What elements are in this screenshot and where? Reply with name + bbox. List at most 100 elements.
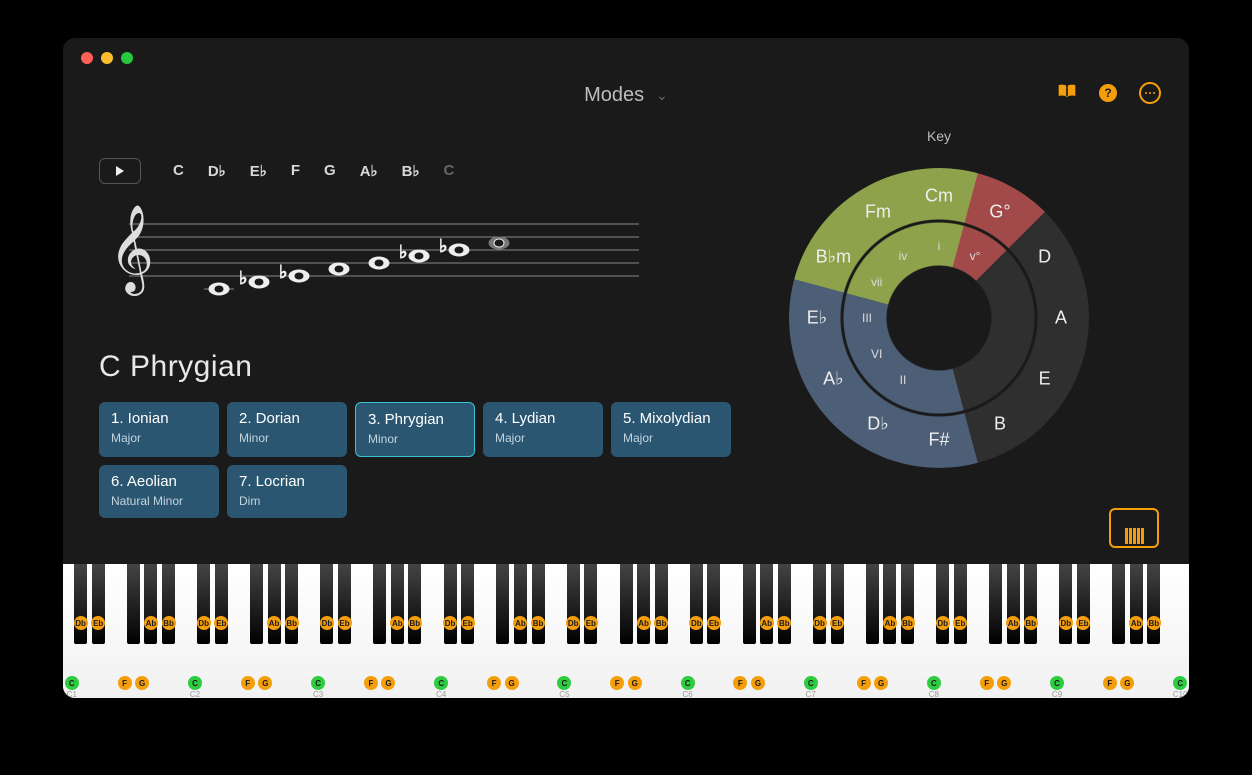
black-key[interactable] <box>1147 564 1160 644</box>
black-key[interactable] <box>92 564 105 644</box>
key-highlight: Db <box>689 616 703 630</box>
mode-category-dropdown[interactable]: Modes ⌄ <box>63 84 1189 107</box>
key-highlight: F <box>487 676 501 690</box>
wheel-chord-label[interactable]: D <box>1038 247 1051 268</box>
black-key[interactable] <box>778 564 791 644</box>
black-key[interactable] <box>373 564 386 644</box>
mode-card[interactable]: 3. PhrygianMinor <box>355 402 475 457</box>
black-key[interactable] <box>391 564 404 644</box>
black-key[interactable] <box>1007 564 1020 644</box>
black-key[interactable] <box>813 564 826 644</box>
black-key[interactable] <box>901 564 914 644</box>
black-key[interactable] <box>655 564 668 644</box>
black-key[interactable] <box>320 564 333 644</box>
wheel-chord-label[interactable]: A♭ <box>823 369 844 390</box>
black-key[interactable] <box>1024 564 1037 644</box>
wheel-degree-label[interactable]: III <box>862 311 872 325</box>
black-key[interactable] <box>461 564 474 644</box>
piano-toggle-button[interactable] <box>1109 508 1159 548</box>
wheel-degree-label[interactable]: v° <box>970 249 981 263</box>
key-highlight: C <box>434 676 448 690</box>
black-key[interactable] <box>743 564 756 644</box>
black-key[interactable] <box>215 564 228 644</box>
black-key[interactable] <box>1059 564 1072 644</box>
black-key[interactable] <box>408 564 421 644</box>
scale-note: F <box>291 162 300 180</box>
wheel-chord-label[interactable]: B <box>994 413 1006 434</box>
wheel-chord-label[interactable]: E <box>1039 369 1051 390</box>
wheel-chord-label[interactable]: Fm <box>865 202 891 223</box>
black-key[interactable] <box>514 564 527 644</box>
black-key[interactable] <box>707 564 720 644</box>
black-key[interactable] <box>1112 564 1125 644</box>
wheel-chord-label[interactable]: F# <box>928 430 949 451</box>
mode-card[interactable]: 6. AeolianNatural Minor <box>99 465 219 518</box>
wheel-chord-label[interactable]: E♭ <box>807 308 828 329</box>
black-key[interactable] <box>1077 564 1090 644</box>
black-key[interactable] <box>250 564 263 644</box>
key-highlight: Eb <box>91 616 105 630</box>
mode-card[interactable]: 7. LocrianDim <box>227 465 347 518</box>
mode-card-title: 5. Mixolydian <box>623 410 719 427</box>
toolbar-right: ? <box>1057 82 1161 104</box>
black-key[interactable] <box>690 564 703 644</box>
piano-keyboard[interactable]: CC1DbEbFGAbBbCC2DbEbFGAbBbCC3DbEbFGAbBbC… <box>63 564 1189 698</box>
black-key[interactable] <box>338 564 351 644</box>
black-key[interactable] <box>197 564 210 644</box>
key-highlight: G <box>1120 676 1134 690</box>
black-key[interactable] <box>285 564 298 644</box>
wheel-chord-label[interactable]: D♭ <box>867 413 889 434</box>
close-button[interactable] <box>81 52 93 64</box>
black-key[interactable] <box>532 564 545 644</box>
book-icon[interactable] <box>1057 83 1077 104</box>
mode-card[interactable]: 1. IonianMajor <box>99 402 219 457</box>
scale-note: G <box>324 162 336 180</box>
black-key[interactable] <box>954 564 967 644</box>
black-key[interactable] <box>162 564 175 644</box>
key-highlight: Bb <box>654 616 668 630</box>
mode-card-title: 2. Dorian <box>239 410 335 427</box>
black-key[interactable] <box>444 564 457 644</box>
wheel-chord-label[interactable]: B♭m <box>816 247 852 268</box>
maximize-button[interactable] <box>121 52 133 64</box>
black-key[interactable] <box>1130 564 1143 644</box>
black-key[interactable] <box>936 564 949 644</box>
wheel-degree-label[interactable]: II <box>900 373 907 387</box>
svg-text:♭: ♭ <box>439 236 448 256</box>
help-icon[interactable]: ? <box>1099 84 1117 102</box>
key-highlight: G <box>751 676 765 690</box>
mode-card[interactable]: 2. DorianMinor <box>227 402 347 457</box>
play-button[interactable] <box>99 158 141 184</box>
mode-card-subtitle: Major <box>495 431 591 445</box>
wheel-degree-label[interactable]: iv <box>899 249 908 263</box>
black-key[interactable] <box>831 564 844 644</box>
wheel-chord-label[interactable]: A <box>1055 308 1067 329</box>
black-key[interactable] <box>989 564 1002 644</box>
black-key[interactable] <box>866 564 879 644</box>
mode-card[interactable]: 4. LydianMajor <box>483 402 603 457</box>
black-key[interactable] <box>567 564 580 644</box>
minimize-button[interactable] <box>101 52 113 64</box>
key-wheel[interactable]: Cm G° D A E B F# D♭ A♭ E♭ B♭m Fm i v° II VI III vii iv <box>769 148 1109 488</box>
black-key[interactable] <box>127 564 140 644</box>
key-highlight: Db <box>1059 616 1073 630</box>
black-key[interactable] <box>760 564 773 644</box>
key-highlight: Bb <box>1147 616 1161 630</box>
wheel-chord-label[interactable]: Cm <box>925 186 953 207</box>
wheel-degree-label[interactable]: vii <box>871 275 882 289</box>
black-key[interactable] <box>144 564 157 644</box>
black-key[interactable] <box>584 564 597 644</box>
more-icon[interactable] <box>1139 82 1161 104</box>
mode-card[interactable]: 5. MixolydianMajor <box>611 402 731 457</box>
wheel-chord-label[interactable]: G° <box>989 202 1010 223</box>
wheel-degree-label[interactable]: VI <box>871 347 882 361</box>
black-key[interactable] <box>74 564 87 644</box>
black-key[interactable] <box>637 564 650 644</box>
black-key[interactable] <box>496 564 509 644</box>
scale-note-octave: C <box>444 162 455 180</box>
black-key[interactable] <box>268 564 281 644</box>
wheel-degree-label[interactable]: i <box>938 239 941 253</box>
black-key[interactable] <box>620 564 633 644</box>
key-highlight: Bb <box>1024 616 1038 630</box>
black-key[interactable] <box>883 564 896 644</box>
